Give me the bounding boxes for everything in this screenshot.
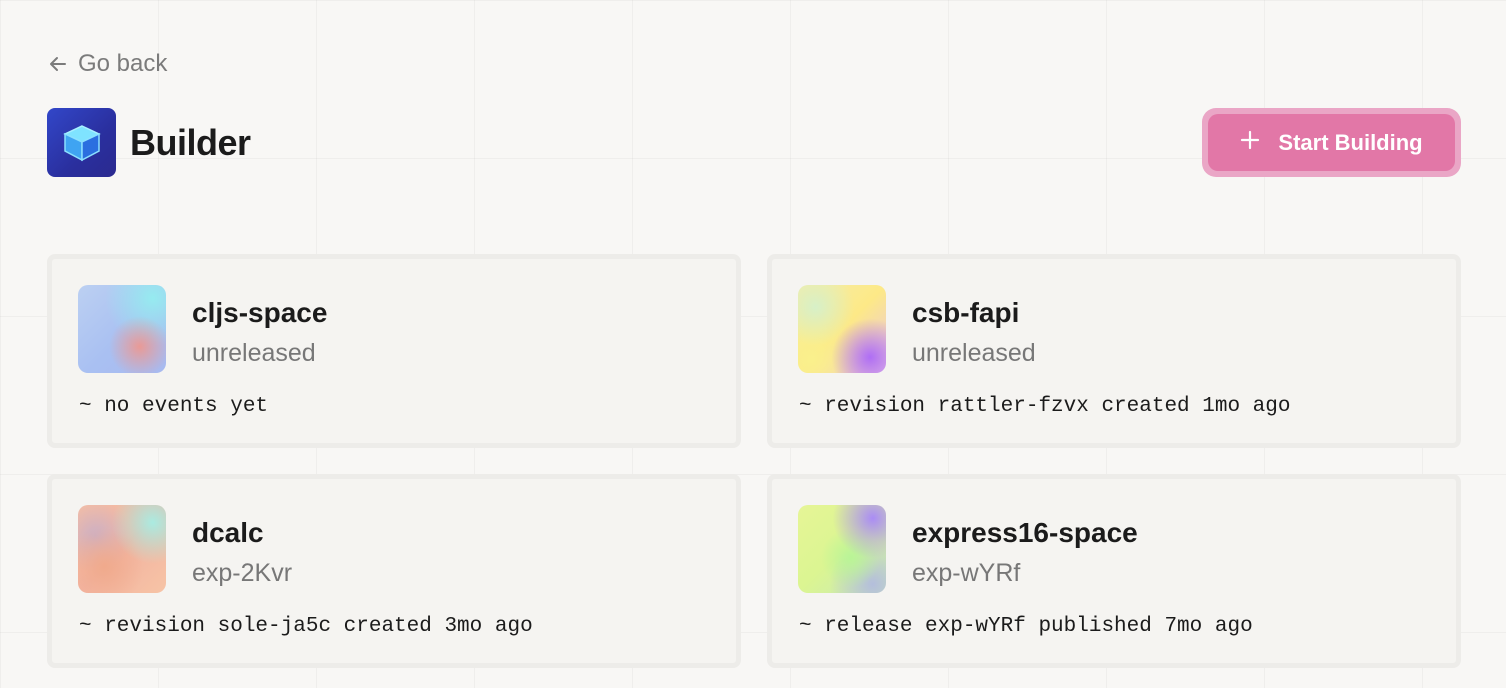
go-back-label: Go back — [78, 50, 168, 77]
go-back-link[interactable]: Go back — [48, 48, 167, 80]
project-status: exp-2Kvr — [192, 559, 293, 587]
cube-icon — [47, 108, 116, 177]
project-latest-event: ~ revision rattler-fzvx created 1mo ago — [799, 395, 1291, 418]
page: Go back Builder Start Building cljs-spac… — [0, 0, 1506, 688]
project-card-dcalc[interactable]: dcalc exp-2Kvr ~ revision sole-ja5c crea… — [47, 474, 741, 668]
project-name: express16-space — [912, 517, 1138, 548]
project-latest-event: ~ revision sole-ja5c created 3mo ago — [79, 615, 533, 638]
project-status: unreleased — [912, 339, 1036, 367]
arrow-left-icon — [48, 54, 68, 74]
project-thumbnail — [798, 285, 886, 373]
start-building-label: Start Building — [1278, 129, 1423, 155]
page-header: Builder — [47, 108, 251, 177]
project-thumbnail — [78, 285, 166, 373]
project-name: cljs-space — [192, 297, 328, 328]
project-thumbnail — [798, 505, 886, 593]
project-thumbnail — [78, 505, 166, 593]
start-building-button[interactable]: Start Building — [1202, 108, 1461, 177]
page-title: Builder — [130, 121, 251, 163]
project-latest-event: ~ no events yet — [79, 395, 269, 418]
project-name: csb-fapi — [912, 297, 1020, 328]
plus-icon — [1240, 130, 1260, 156]
project-status: unreleased — [192, 339, 316, 367]
project-latest-event: ~ release exp-wYRf published 7mo ago — [799, 615, 1253, 638]
project-card-cljs-space[interactable]: cljs-space unreleased ~ no events yet — [47, 254, 741, 448]
project-name: dcalc — [192, 517, 264, 548]
project-card-express16-space[interactable]: express16-space exp-wYRf ~ release exp-w… — [767, 474, 1461, 668]
project-status: exp-wYRf — [912, 559, 1021, 587]
project-card-csb-fapi[interactable]: csb-fapi unreleased ~ revision rattler-f… — [767, 254, 1461, 448]
